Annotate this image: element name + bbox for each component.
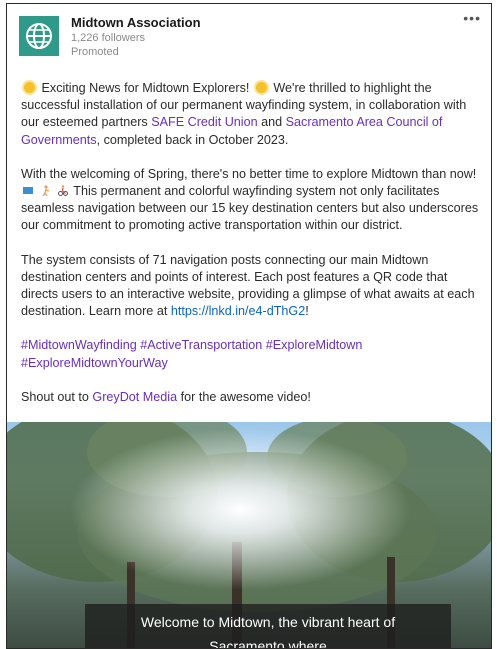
promoted-label: Promoted bbox=[71, 46, 119, 58]
paragraph-2: With the welcoming of Spring, there's no… bbox=[21, 166, 481, 235]
paragraph-1: Exciting News for Midtown Explorers! We'… bbox=[21, 80, 481, 149]
hashtags: #MidtownWayfinding #ActiveTransportation… bbox=[21, 337, 481, 371]
learn-more-link[interactable]: https://lnkd.in/e4-dThG2 bbox=[171, 304, 305, 318]
caption-line-1: Welcome to Midtown, the vibrant heart of bbox=[140, 614, 396, 630]
map-emoji-icon bbox=[23, 187, 33, 195]
post-card: Midtown Association 1,226 followers Prom… bbox=[6, 3, 492, 649]
follower-count: 1,226 followers bbox=[71, 32, 145, 44]
shout-out: Shout out to GreyDot Media for the aweso… bbox=[21, 389, 481, 406]
more-options-icon[interactable]: ••• bbox=[463, 10, 481, 26]
company-logo[interactable] bbox=[19, 16, 59, 56]
caption-line-2: Sacramento where bbox=[209, 638, 327, 648]
author-name[interactable]: Midtown Association bbox=[71, 14, 201, 31]
hashtag-activetransportation[interactable]: #ActiveTransportation bbox=[140, 338, 262, 352]
safe-credit-union-link[interactable]: SAFE Credit Union bbox=[151, 115, 257, 129]
hashtag-exploremidtownyourway[interactable]: #ExploreMidtownYourWay bbox=[21, 356, 168, 370]
globe-icon bbox=[26, 23, 52, 49]
paragraph-3: The system consists of 71 navigation pos… bbox=[21, 252, 481, 321]
hashtag-midtownwayfinding[interactable]: #MidtownWayfinding bbox=[21, 338, 137, 352]
greydot-media-link[interactable]: GreyDot Media bbox=[92, 390, 177, 404]
author-block: Midtown Association 1,226 followers Prom… bbox=[71, 14, 201, 59]
video-caption: Welcome to Midtown, the vibrant heart of… bbox=[85, 604, 451, 648]
p1-end: , completed back in October 2023. bbox=[96, 132, 289, 147]
sun-emoji-icon bbox=[24, 82, 35, 93]
walking-emoji-icon bbox=[41, 185, 49, 197]
biking-emoji-icon bbox=[58, 185, 68, 197]
p2-start: With the welcoming of Spring, there's no… bbox=[21, 166, 477, 181]
hashtag-exploremidtown[interactable]: #ExploreMidtown bbox=[266, 338, 363, 352]
post-header: Midtown Association 1,226 followers Prom… bbox=[19, 10, 481, 70]
shout-start: Shout out to bbox=[21, 389, 93, 404]
p3-end: ! bbox=[305, 304, 309, 319]
p2-end: This permanent and colorful wayfinding s… bbox=[21, 184, 479, 233]
shout-end: for the awesome video! bbox=[177, 389, 311, 404]
p1-intro: Exciting News for Midtown Explorers! bbox=[41, 81, 250, 95]
p1-and: and bbox=[257, 115, 286, 130]
sun-emoji-icon bbox=[255, 82, 267, 93]
post-body: Exciting News for Midtown Explorers! We'… bbox=[21, 80, 481, 423]
video-player[interactable]: Welcome to Midtown, the vibrant heart of… bbox=[7, 422, 491, 648]
